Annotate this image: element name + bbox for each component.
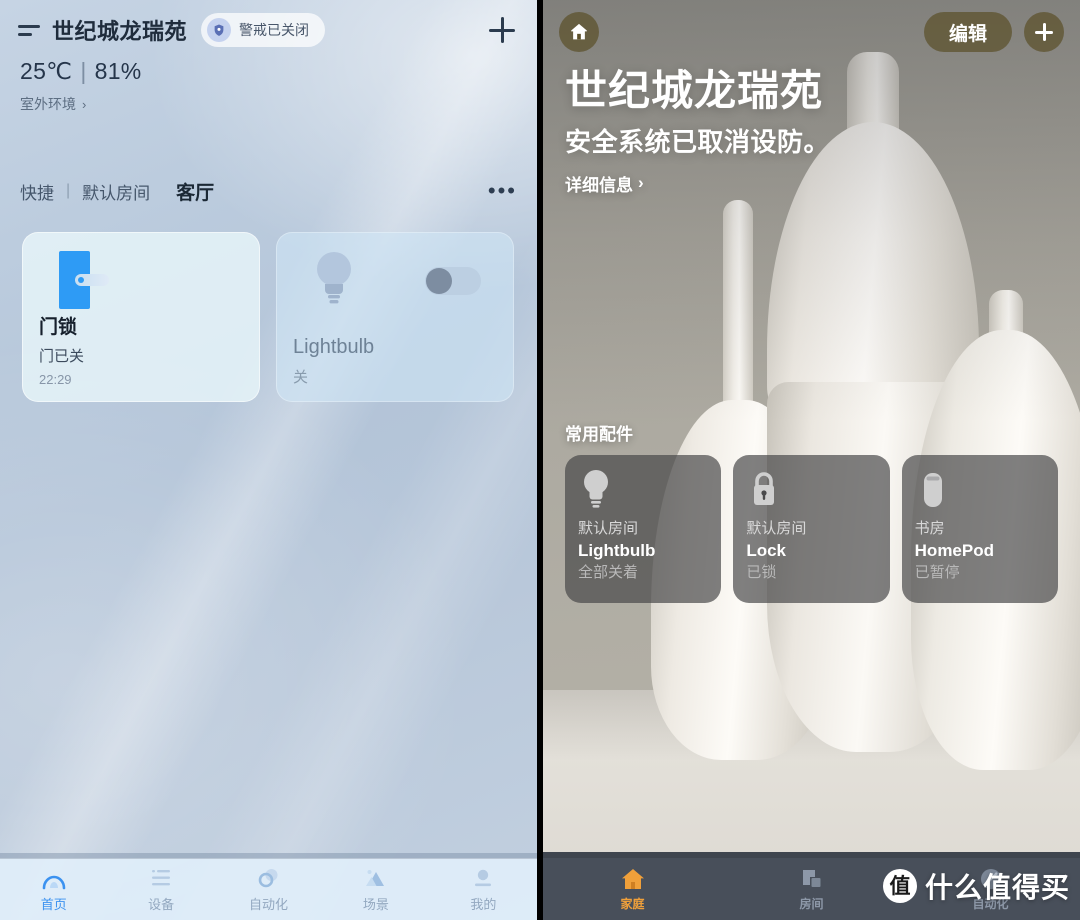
favorites-title: 常用配件	[565, 425, 633, 444]
humidity-value: 81%	[94, 58, 142, 84]
nav-label-profile: 我的	[470, 897, 497, 912]
house-filled-icon	[619, 866, 647, 892]
accessory-card-homepod[interactable]: 书房 HomePod 已暂停	[901, 455, 1058, 603]
nav-label-rooms: 房间	[799, 897, 824, 911]
nav-label-devices: 设备	[148, 897, 175, 912]
details-link[interactable]: 详细信息 ›	[565, 171, 644, 196]
room-tab-bar: 快捷 | 默认房间 客厅 •••	[0, 174, 537, 208]
nav-item-home[interactable]: 家庭	[543, 866, 722, 912]
edit-button[interactable]: 编辑	[924, 12, 1012, 52]
nav-item-automation[interactable]: 自动化	[215, 866, 322, 913]
device-card-doorlock[interactable]: 门锁 门已关 22:29	[22, 232, 260, 402]
door-lock-icon	[59, 251, 111, 311]
watermark-text: 什么值得买	[924, 872, 1070, 903]
room-tab-quick[interactable]: 快捷	[20, 179, 54, 204]
accessory-card-lock[interactable]: 默认房间 Lock 已锁	[733, 455, 890, 603]
profile-person-icon	[470, 866, 496, 890]
list-lines-icon[interactable]	[18, 22, 40, 38]
add-accessory-button[interactable]	[1024, 12, 1064, 52]
accessory-name: HomePod	[914, 540, 994, 560]
smzdm-logo-icon: 值	[882, 869, 917, 903]
homekit-app-panel: 编辑 世纪城龙瑞苑 安全系统已取消设防。 详细信息 › 常用配件 默认房间 Li…	[543, 0, 1080, 920]
home-hero-block: 世纪城龙瑞苑 安全系统已取消设防。 详细信息 ›	[543, 52, 1080, 196]
nav-label-automation: 自动化	[249, 897, 289, 912]
lightbulb-icon	[578, 467, 708, 519]
accessory-state: 全部关着	[578, 563, 639, 581]
ellipsis-icon[interactable]: •••	[488, 180, 517, 202]
weather-readings: 25℃ | 81%	[20, 58, 517, 85]
accessory-card-row: 默认房间 Lightbulb 全部关着 默认房间 Lock 已锁 书房 Home…	[565, 455, 1058, 603]
device-state: 关	[293, 369, 309, 386]
home-name-title: 世纪城龙瑞苑	[52, 19, 188, 44]
alarm-status-badge[interactable]: 警戒已关闭	[201, 13, 326, 47]
home-name-title: 世纪城龙瑞苑	[565, 67, 824, 114]
left-header: 世纪城龙瑞苑 警戒已关闭	[0, 0, 537, 47]
weather-source-link[interactable]: 室外环境 ›	[20, 94, 86, 114]
toggle-knob	[426, 268, 452, 294]
outdoor-weather-block[interactable]: 25℃ | 81% 室外环境 ›	[0, 46, 537, 114]
accessory-room: 默认房间	[746, 520, 807, 537]
nav-label-scenes: 场景	[362, 897, 389, 912]
device-card-icon-area	[39, 249, 243, 312]
device-list-icon	[148, 866, 174, 890]
add-device-button[interactable]	[485, 13, 519, 47]
device-card-text: 门锁 门已关 22:29	[39, 312, 243, 387]
accessory-room: 书房	[914, 520, 945, 537]
weather-source-label: 室外环境	[20, 96, 76, 112]
home-arch-icon	[41, 866, 67, 890]
favorites-section: 常用配件 默认房间 Lightbulb 全部关着 默认房间 Lock 已锁 书房…	[565, 420, 1058, 603]
chevron-right-icon: ›	[82, 96, 87, 112]
accessory-room: 默认房间	[578, 520, 639, 537]
screenshot-root: 世纪城龙瑞苑 警戒已关闭 25℃ | 81% 室外环境 › 快捷 | 默认房间 …	[0, 0, 1080, 920]
temperature-value: 25℃	[20, 58, 73, 84]
device-state: 门已关	[39, 348, 85, 365]
accessory-state: 已锁	[746, 563, 777, 581]
device-timestamp: 22:29	[39, 372, 72, 387]
nav-label-home: 首页	[40, 897, 67, 912]
accessory-card-lightbulb[interactable]: 默认房间 Lightbulb 全部关着	[565, 455, 722, 603]
device-name: Lightbulb	[293, 336, 375, 358]
accessory-name: Lightbulb	[578, 540, 656, 560]
lightbulb-icon	[311, 249, 357, 307]
nav-item-devices[interactable]: 设备	[107, 866, 214, 913]
tab-separator: |	[66, 182, 71, 199]
weather-separator: |	[80, 58, 87, 84]
house-icon[interactable]	[559, 12, 599, 52]
rooms-grid-icon	[798, 866, 826, 892]
homepod-icon	[915, 467, 1045, 519]
automation-rings-icon	[256, 866, 282, 890]
device-card-lightbulb[interactable]: Lightbulb 关	[276, 232, 514, 402]
chevron-right-icon: ›	[638, 173, 644, 193]
shield-icon	[207, 18, 232, 42]
device-card-icon-area	[293, 249, 497, 319]
right-header: 编辑	[543, 0, 1080, 52]
security-status-text: 安全系统已取消设防。	[565, 126, 831, 157]
device-name: 门锁	[39, 317, 78, 338]
nav-item-scenes[interactable]: 场景	[322, 866, 429, 913]
device-card-grid: 门锁 门已关 22:29 Lightbulb 关	[0, 232, 537, 402]
lightbulb-power-toggle[interactable]	[425, 267, 481, 295]
watermark: 值 什么值得买	[882, 866, 1070, 906]
device-card-text: Lightbulb 关	[293, 336, 497, 387]
room-tab-default[interactable]: 默认房间	[82, 179, 150, 204]
nav-item-profile[interactable]: 我的	[430, 866, 537, 913]
nav-item-rooms[interactable]: 房间	[722, 866, 901, 912]
accessory-name: Lock	[746, 540, 787, 560]
room-tab-livingroom[interactable]: 客厅	[176, 178, 214, 205]
mihome-app-panel: 世纪城龙瑞苑 警戒已关闭 25℃ | 81% 室外环境 › 快捷 | 默认房间 …	[0, 0, 537, 920]
alarm-status-label: 警戒已关闭	[239, 22, 310, 38]
details-label: 详细信息	[565, 175, 633, 195]
left-bottom-nav: 首页 设备 自动化 场景 我的	[0, 853, 537, 920]
scene-mountain-icon	[363, 866, 389, 890]
accessory-state: 已暂停	[914, 563, 960, 581]
lock-icon	[746, 467, 876, 519]
nav-item-home[interactable]: 首页	[0, 866, 107, 913]
nav-label-home: 家庭	[620, 897, 645, 911]
